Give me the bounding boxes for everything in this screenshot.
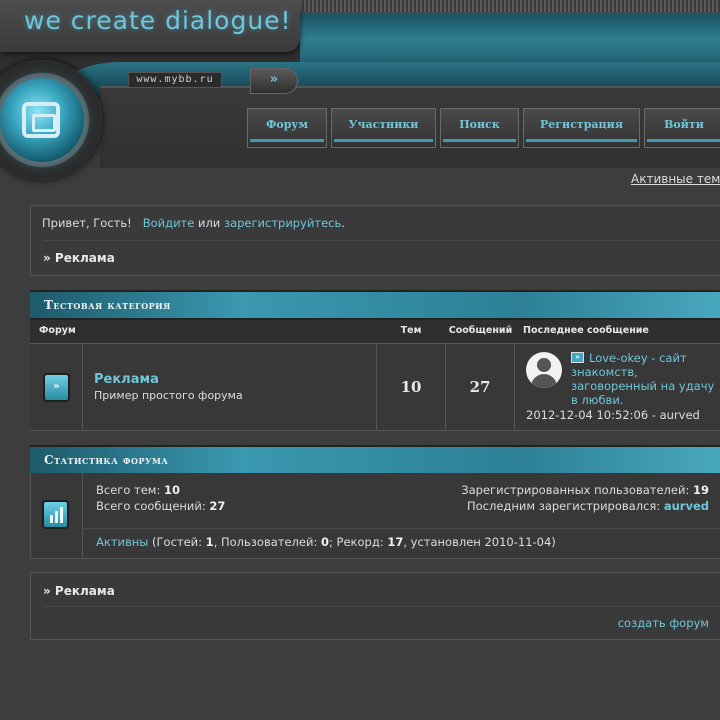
stats-header: Статистика форума bbox=[30, 445, 720, 475]
forum-title-link[interactable]: Реклама bbox=[94, 372, 159, 387]
forum-row: » Реклама Пример простого форума 10 27 L… bbox=[30, 344, 720, 431]
nav-login-label: Войти bbox=[664, 118, 704, 131]
last-registered: Последним зарегистрировался: aurved bbox=[467, 499, 709, 513]
period-text: . bbox=[341, 216, 345, 230]
divider bbox=[82, 344, 83, 430]
site-header: we create dialogue! www.mybb.ru » Форум … bbox=[0, 0, 720, 180]
col-forum: Форум bbox=[39, 325, 76, 336]
logo-plate[interactable]: we create dialogue! bbox=[0, 0, 300, 52]
online-line: Активны (Гостей: 1, Пользователей: 0; Ре… bbox=[96, 535, 556, 549]
welcome-line: Привет, Гость! Войдите или зарегистрируй… bbox=[42, 216, 345, 230]
guests-value: 1 bbox=[205, 535, 214, 549]
header-dot-strip bbox=[300, 0, 720, 12]
online-link[interactable]: Активны bbox=[96, 535, 148, 549]
forum-topics-count: 10 bbox=[400, 378, 422, 396]
stats-title: Статистика форума bbox=[44, 453, 169, 467]
nav-forum-label: Форум bbox=[265, 118, 309, 131]
welcome-panel: Привет, Гость! Войдите или зарегистрируй… bbox=[30, 205, 720, 276]
last-registered-label: Последним зарегистрировался: bbox=[467, 499, 661, 513]
forum-status-icon: » bbox=[43, 373, 70, 402]
total-topics: Всего тем: 10 bbox=[96, 483, 180, 497]
forum-glyph-icon bbox=[22, 102, 60, 138]
nav-search[interactable]: Поиск bbox=[440, 108, 519, 148]
divider bbox=[42, 606, 720, 607]
nav-register-label: Регистрация bbox=[540, 118, 623, 131]
category-title[interactable]: Тестовая категория bbox=[44, 298, 171, 312]
record-date: , установлен 2010-11-04) bbox=[403, 535, 556, 549]
active-topics-link[interactable]: Активные темы bbox=[631, 172, 720, 186]
avatar[interactable] bbox=[526, 352, 562, 388]
registered-users-value: 19 bbox=[692, 483, 709, 497]
greeting-text: Привет, Гость! bbox=[42, 216, 132, 230]
register-link[interactable]: зарегистрируйтесь bbox=[224, 216, 341, 230]
nav-register[interactable]: Регистрация bbox=[523, 108, 640, 148]
divider bbox=[83, 528, 720, 529]
record-label: ; Рекорд: bbox=[329, 535, 384, 549]
col-last-post: Последнее сообщение bbox=[523, 325, 649, 336]
stats-panel: Всего тем: 10 Всего сообщений: 27 Зареги… bbox=[30, 473, 720, 559]
category-header: Тестовая категория bbox=[30, 290, 720, 320]
last-registered-user-link[interactable]: aurved bbox=[664, 499, 709, 513]
total-topics-label: Всего тем: bbox=[96, 483, 161, 497]
nav-users[interactable]: Участники bbox=[331, 108, 436, 148]
total-topics-value: 10 bbox=[164, 483, 181, 497]
registered-users-label: Зарегистрированных пользователей: bbox=[461, 483, 690, 497]
forum-posts-count: 27 bbox=[469, 378, 491, 396]
col-topics: Тем bbox=[400, 325, 422, 336]
registered-users: Зарегистрированных пользователей: 19 bbox=[461, 483, 709, 497]
site-logo-text[interactable]: we create dialogue! bbox=[24, 6, 292, 35]
total-posts: Всего сообщений: 27 bbox=[96, 499, 225, 513]
users-value: 0 bbox=[321, 535, 330, 549]
col-posts: Сообщений bbox=[448, 325, 513, 336]
or-text: или bbox=[197, 216, 221, 230]
stats-chart-icon bbox=[42, 500, 69, 529]
last-post-meta: 2012-12-04 10:52:06 - aurved bbox=[526, 408, 700, 422]
guests-label: (Гостей: bbox=[152, 535, 203, 549]
users-label: , Пользователей: bbox=[213, 535, 318, 549]
divider bbox=[82, 473, 83, 558]
nav-search-label: Поиск bbox=[459, 118, 500, 131]
footer-panel: » Реклама создать форум bbox=[30, 572, 720, 640]
forum-table-header: Форум Тем Сообщений Последнее сообщение bbox=[30, 320, 720, 344]
login-link[interactable]: Войдите bbox=[143, 216, 195, 230]
total-posts-label: Всего сообщений: bbox=[96, 499, 206, 513]
double-chevron-icon: » bbox=[269, 72, 279, 87]
forum-description: Пример простого форума bbox=[94, 389, 243, 402]
site-url: www.mybb.ru bbox=[128, 72, 222, 88]
footer-breadcrumb[interactable]: » Реклама bbox=[43, 584, 115, 598]
nav-forum[interactable]: Форум bbox=[247, 108, 327, 148]
nav-login[interactable]: Войти bbox=[644, 108, 720, 148]
last-post-arrow-icon[interactable]: » bbox=[571, 352, 584, 363]
last-post-link[interactable]: Love-okey - сайт знакомств, заговоренный… bbox=[571, 351, 720, 407]
go-arrow-button[interactable]: » bbox=[250, 68, 298, 94]
divider bbox=[42, 240, 720, 241]
breadcrumb[interactable]: » Реклама bbox=[43, 251, 115, 265]
nav-users-label: Участники bbox=[348, 118, 419, 131]
create-forum-link[interactable]: создать форум bbox=[618, 616, 709, 630]
total-posts-value: 27 bbox=[209, 499, 226, 513]
record-value: 17 bbox=[387, 535, 404, 549]
